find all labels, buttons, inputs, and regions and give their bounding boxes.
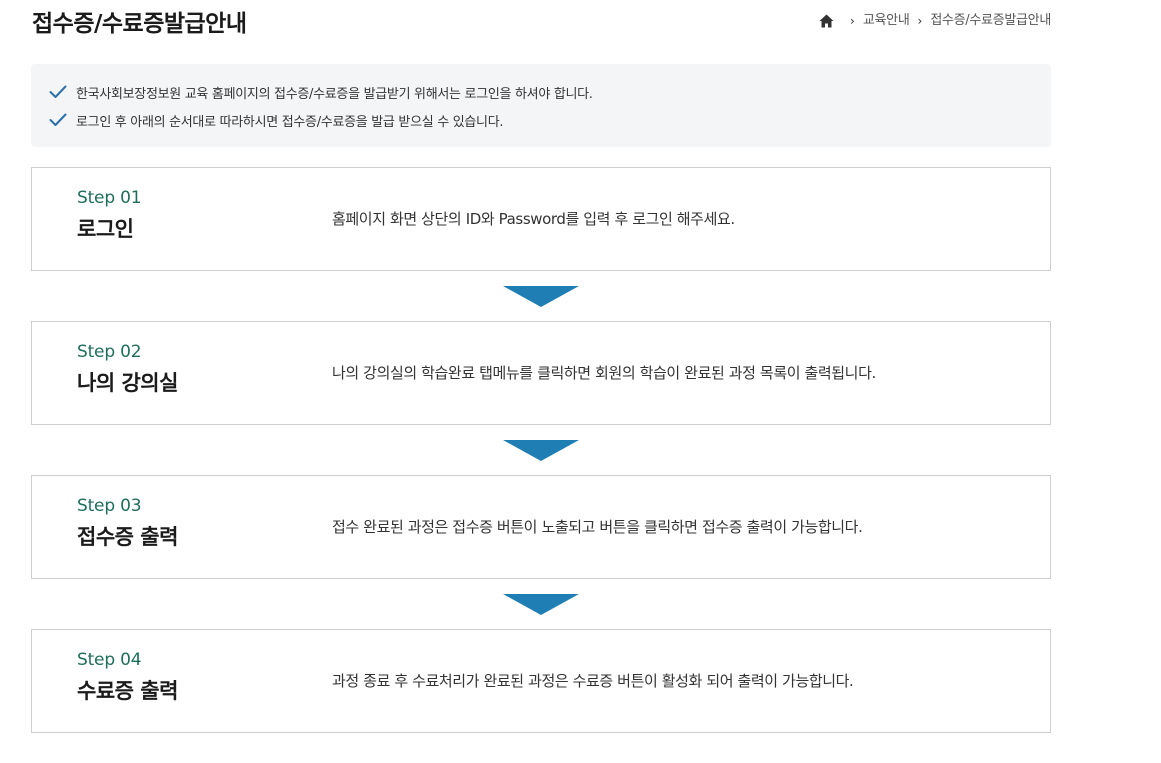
step-number: Step 02	[77, 342, 142, 362]
step-description: 과정 종료 후 수료처리가 완료된 과정은 수료증 버튼이 활성화 되어 출력이…	[332, 672, 854, 690]
step-box-02: Step 02 나의 강의실 나의 강의실의 학습완료 탭메뉴를 클릭하면 회원…	[31, 321, 1051, 425]
step-box-03: Step 03 접수증 출력 접수 완료된 과정은 접수증 버튼이 노출되고 버…	[31, 475, 1051, 579]
step-number: Step 01	[77, 188, 142, 208]
step-title: 나의 강의실	[77, 371, 178, 395]
chevron-right-icon: ›	[850, 14, 855, 28]
step-description: 접수 완료된 과정은 접수증 버튼이 노출되고 버튼을 클릭하면 접수증 출력이…	[332, 518, 863, 536]
arrow-down-icon	[503, 440, 579, 461]
step-number: Step 03	[77, 496, 142, 516]
breadcrumb: › 교육안내 › 접수증/수료증발급안내	[819, 12, 1051, 30]
notice-text: 로그인 후 아래의 순서대로 따라하시면 접수증/수료증을 발급 받으실 수 있…	[76, 114, 504, 130]
step-title: 수료증 출력	[77, 679, 178, 703]
breadcrumb-item-current[interactable]: 접수증/수료증발급안내	[930, 12, 1051, 30]
arrow-down-icon	[503, 286, 579, 307]
notice-line: 로그인 후 아래의 순서대로 따라하시면 접수증/수료증을 발급 받으실 수 있…	[49, 106, 1051, 134]
step-description: 나의 강의실의 학습완료 탭메뉴를 클릭하면 회원의 학습이 완료된 과정 목록…	[332, 364, 876, 382]
notice-box: 한국사회보장정보원 교육 홈페이지의 접수증/수료증을 발급받기 위해서는 로그…	[31, 64, 1051, 147]
check-icon	[49, 85, 67, 98]
step-title: 로그인	[77, 217, 134, 241]
step-title: 접수증 출력	[77, 525, 178, 549]
step-number: Step 04	[77, 650, 142, 670]
notice-line: 한국사회보장정보원 교육 홈페이지의 접수증/수료증을 발급받기 위해서는 로그…	[49, 78, 1051, 106]
notice-text: 한국사회보장정보원 교육 홈페이지의 접수증/수료증을 발급받기 위해서는 로그…	[76, 86, 593, 102]
arrow-down-icon	[503, 594, 579, 615]
step-box-04: Step 04 수료증 출력 과정 종료 후 수료처리가 완료된 과정은 수료증…	[31, 629, 1051, 733]
step-description: 홈페이지 화면 상단의 ID와 Password를 입력 후 로그인 해주세요.	[332, 210, 735, 228]
check-icon	[49, 113, 67, 126]
step-box-01: Step 01 로그인 홈페이지 화면 상단의 ID와 Password를 입력…	[31, 167, 1051, 271]
page-title: 접수증/수료증발급안내	[32, 11, 247, 37]
breadcrumb-item-education-guide[interactable]: 교육안내	[863, 12, 910, 30]
chevron-right-icon: ›	[917, 14, 923, 28]
home-icon[interactable]	[819, 14, 834, 28]
